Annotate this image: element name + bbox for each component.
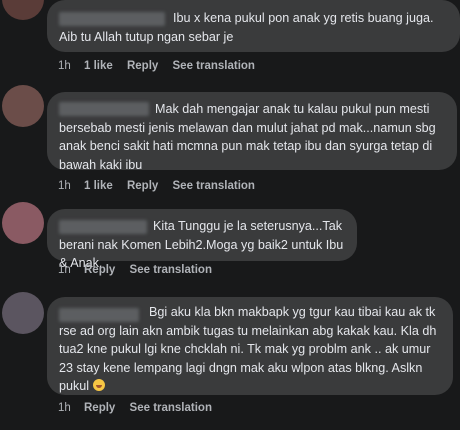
laughing-emoji-icon	[92, 379, 105, 391]
comment-text: Bgi aku kla bkn makbapk yg tgur kau tiba…	[59, 305, 437, 393]
comment-4: Bgi aku kla bkn makbapk yg tgur kau tiba…	[0, 292, 460, 430]
comment-actions: 1h Reply See translation	[58, 402, 223, 414]
comment-actions: 1h 1 like Reply See translation	[58, 60, 266, 72]
comment-bubble: Ibu x kena pukul pon anak yg retis buang…	[47, 0, 460, 52]
timestamp[interactable]: 1h	[58, 264, 71, 276]
comment-bubble: Bgi aku kla bkn makbapk yg tgur kau tiba…	[47, 297, 453, 395]
comment-2: Mak dah mengajar anak tu kalau pukul pun…	[0, 85, 460, 200]
reply-button[interactable]: Reply	[127, 180, 158, 192]
comment-actions: 1h Reply See translation	[58, 264, 223, 276]
avatar[interactable]	[2, 0, 44, 20]
timestamp[interactable]: 1h	[58, 180, 71, 192]
comment-text: Ibu x kena pukul pon anak yg retis buang…	[59, 11, 434, 44]
reply-button[interactable]: Reply	[127, 60, 158, 72]
comment-bubble: Mak dah mengajar anak tu kalau pukul pun…	[47, 92, 457, 172]
reply-button[interactable]: Reply	[84, 402, 115, 414]
avatar[interactable]	[2, 202, 44, 244]
like-button[interactable]: 1 like	[84, 180, 113, 192]
timestamp[interactable]: 1h	[58, 402, 71, 414]
see-translation-link[interactable]: See translation	[173, 60, 255, 72]
avatar[interactable]	[2, 292, 44, 334]
comments-feed: Ibu x kena pukul pon anak yg retis buang…	[0, 0, 460, 430]
like-button[interactable]: 1 like	[84, 60, 113, 72]
comment-actions: 1h 1 like Reply See translation	[58, 180, 266, 192]
comment-3: Kita Tunggu je la seterusnya...Tak beran…	[0, 202, 460, 292]
avatar[interactable]	[2, 85, 44, 127]
see-translation-link[interactable]: See translation	[130, 402, 212, 414]
comment-text: Mak dah mengajar anak tu kalau pukul pun…	[59, 102, 436, 172]
timestamp[interactable]: 1h	[58, 60, 71, 72]
comment-1: Ibu x kena pukul pon anak yg retis buang…	[0, 0, 460, 80]
see-translation-link[interactable]: See translation	[130, 264, 212, 276]
comment-bubble: Kita Tunggu je la seterusnya...Tak beran…	[47, 209, 357, 270]
see-translation-link[interactable]: See translation	[173, 180, 255, 192]
reply-button[interactable]: Reply	[84, 264, 115, 276]
